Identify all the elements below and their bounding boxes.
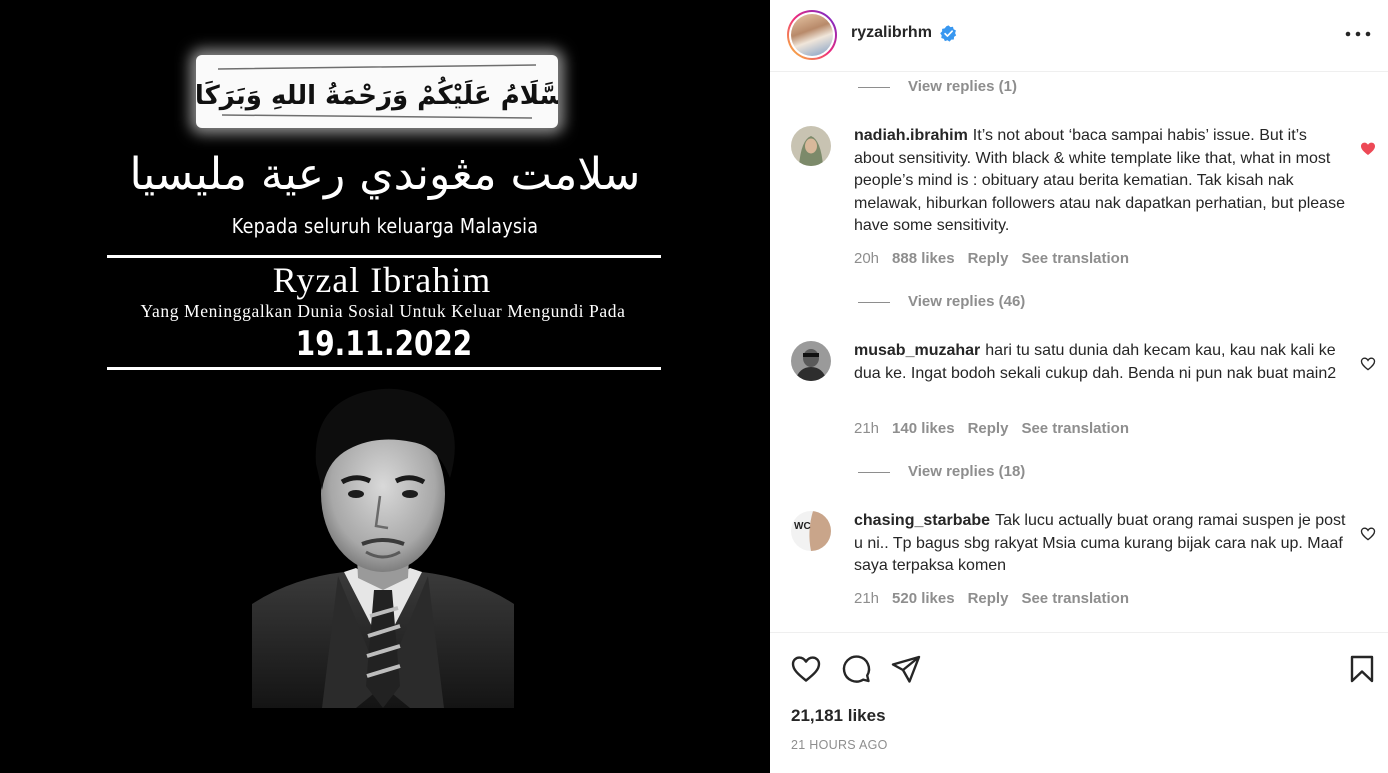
post-timestamp[interactable]: 21 HOURS AGO [791,738,888,752]
profile-username[interactable]: ryzalibrhm [851,24,932,42]
commenter-avatar[interactable] [791,126,831,166]
profile-avatar[interactable] [787,10,837,60]
commenter-username[interactable]: nadiah.ibrahim [854,127,968,144]
comments-list[interactable]: View replies (1) nadiah.ibrahim It’s not … [770,72,1388,632]
comment-body: chasing_starbabe Tak lucu actually buat o… [854,510,1350,578]
calligraphy-banner: السَّلَامُ عَلَيْكُمْ وَرَحْمَةُ اللهِ و… [196,55,558,128]
commenter-username[interactable]: chasing_starbabe [854,512,990,529]
comment-time[interactable]: 20h [854,250,879,267]
reply-button[interactable]: Reply [968,420,1009,437]
comment-meta: 20h 888 likes Reply See translation [854,250,1142,267]
commenter-username[interactable]: musab_muzahar [854,342,980,359]
view-replies-label: View replies (46) [908,293,1026,310]
post-side-panel: ryzalibrhm View replies (1) nadiah.ibrah… [770,0,1388,773]
see-translation-button[interactable]: See translation [1021,590,1129,607]
comment-meta: 21h 140 likes Reply See translation [854,420,1142,437]
comment-like-heart-icon[interactable] [1360,526,1376,542]
calligraphy-text: السَّلَامُ عَلَيْكُمْ وَرَحْمَةُ اللهِ و… [196,77,558,111]
verified-badge-icon [940,25,957,42]
post-image[interactable]: السَّلَامُ عَلَيْكُمْ وَرَحْمَةُ اللهِ و… [0,0,770,773]
bookmark-icon[interactable] [1346,653,1378,685]
comment-time[interactable]: 21h [854,590,879,607]
comment-likes[interactable]: 140 likes [892,420,955,437]
more-options-icon[interactable] [1344,24,1372,44]
comment-time[interactable]: 21h [854,420,879,437]
image-subtitle: Kepada seluruh keluarga Malaysia [231,214,539,238]
post-header: ryzalibrhm [770,0,1388,72]
heart-icon[interactable] [790,653,822,685]
avatar-initials: WC [794,521,811,532]
commenter-avatar[interactable] [791,341,831,381]
reply-button[interactable]: Reply [968,590,1009,607]
portrait-photo [252,386,514,708]
post-action-bar: 21,181 likes 21 HOURS AGO [770,632,1388,773]
post-like-count[interactable]: 21,181 likes [791,706,886,726]
divider-line [107,367,661,370]
comment-like-heart-icon[interactable] [1360,141,1376,157]
see-translation-button[interactable]: See translation [1021,420,1129,437]
view-replies-label: View replies (1) [908,78,1017,95]
see-translation-button[interactable]: See translation [1021,250,1129,267]
share-icon[interactable] [890,653,922,685]
image-name: Ryzal Ibrahim [272,260,492,300]
comment-icon[interactable] [840,653,872,685]
image-tagline: Yang Meninggalkan Dunia Sosial Untuk Kel… [140,301,626,321]
divider-line [107,255,661,258]
comment-likes[interactable]: 888 likes [892,250,955,267]
comment-likes[interactable]: 520 likes [892,590,955,607]
view-replies-label: View replies (18) [908,463,1026,480]
reply-button[interactable]: Reply [968,250,1009,267]
comment-body: musab_muzahar hari tu satu dunia dah keca… [854,340,1350,385]
image-date: 19.11.2022 [295,324,473,364]
comment-like-heart-icon[interactable] [1360,356,1376,372]
comment-body: nadiah.ibrahim It’s not about ‘baca sampa… [854,125,1350,238]
commenter-avatar[interactable]: WC [791,511,831,551]
comment-meta: 21h 520 likes Reply See translation [854,590,1142,607]
jawi-greeting: سلامت مڠوندي رعية مليسيا [129,149,641,200]
